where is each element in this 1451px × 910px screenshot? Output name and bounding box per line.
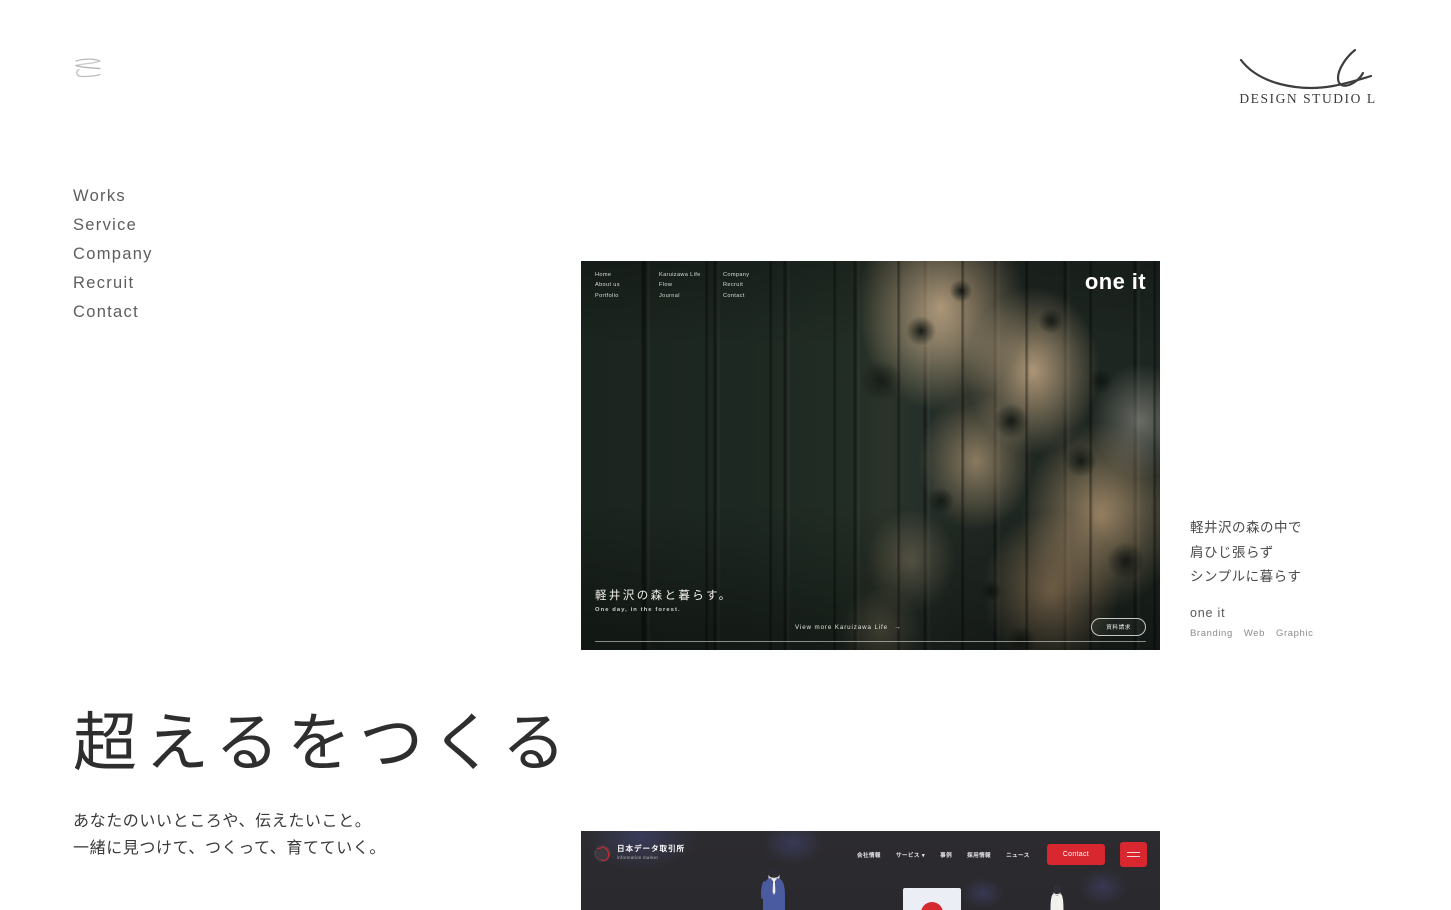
hero-bottom-bar: 軽井沢の森と暮らす。 One day, in the forest. View … [581, 587, 1160, 650]
hero-view-more-label: View more Karuizawa Life [795, 623, 889, 631]
work-two-nav: 会社情報 サービス ▾ 事例 採用情報 ニュース Contact [857, 842, 1147, 867]
hero-divider [595, 641, 1146, 642]
headline-section: 超えるをつくる あなたのいいところや、伝えたいこと。 一緒に見つけて、つくって、… [73, 706, 574, 862]
work-two-nav-company[interactable]: 会社情報 [857, 851, 881, 859]
work-tags: Branding Web Graphic [1190, 628, 1420, 639]
hero-nav-portfolio[interactable]: Portfolio [595, 291, 659, 301]
work-caption: 軽井沢の森の中で 肩ひじ張らず シンプルに暮らす one it Branding… [1190, 516, 1420, 639]
nav-item-recruit[interactable]: Recruit [73, 269, 333, 298]
nav-item-company[interactable]: Company [73, 240, 333, 269]
work-two-contact-button[interactable]: Contact [1046, 844, 1105, 865]
hero-nav-column-2: Karuizawa Life Flow Journal [659, 270, 723, 301]
burger-line-2 [1127, 856, 1140, 858]
hero-site-nav: Home About us Portfolio Karuizawa Life F… [595, 270, 787, 301]
work-two-nav-service[interactable]: サービス ▾ [896, 851, 925, 859]
illustration-woman [1050, 884, 1064, 910]
work-caption-line-2: 肩ひじ張らず [1190, 544, 1274, 560]
burger-line-1 [1127, 851, 1140, 853]
brand-name: DESIGN STUDIO L [1239, 91, 1377, 106]
work-client-name: one it [1190, 605, 1226, 620]
illustration-screen [903, 888, 961, 910]
work-two-brand-tagline: information market [617, 855, 658, 860]
work-caption-line-3: シンプルに暮らす [1190, 569, 1302, 585]
nav-item-works[interactable]: Works [73, 182, 333, 211]
work-two-nav-news[interactable]: ニュース [1006, 851, 1030, 859]
hero-nav-contact[interactable]: Contact [723, 291, 787, 301]
brand-logo[interactable]: DESIGN STUDIO L [1237, 46, 1379, 107]
hero-nav-karuizawa-life[interactable]: Karuizawa Life [659, 270, 723, 280]
hero-nav-about-us[interactable]: About us [595, 280, 659, 290]
site-header: DESIGN STUDIO L [0, 0, 1451, 140]
hero-nav-journal[interactable]: Journal [659, 291, 723, 301]
work-tag-branding: Branding [1190, 627, 1233, 639]
hero-brand-logo: one it [1084, 269, 1146, 294]
page-title: 超えるをつくる [73, 708, 574, 779]
arrow-right-icon: → [894, 623, 902, 631]
hero-nav-column-1: Home About us Portfolio [595, 270, 659, 301]
work-two-nav-cases[interactable]: 事例 [940, 851, 952, 859]
work-two-nav-recruit[interactable]: 採用情報 [967, 851, 991, 859]
headline-sub-line-1: あなたのいいところや、伝えたいこと。 [73, 813, 372, 830]
hero-nav-flow[interactable]: Flow [659, 280, 723, 290]
cursive-l-swoosh-icon [1237, 46, 1379, 90]
work-tag-graphic: Graphic [1276, 627, 1314, 639]
work-two-hamburger-icon[interactable] [1120, 842, 1147, 867]
hero-nav-recruit[interactable]: Recruit [723, 280, 787, 290]
hero-view-more-link[interactable]: View more Karuizawa Life → [795, 624, 902, 631]
hero-nav-home[interactable]: Home [595, 270, 659, 280]
headline-sub-line-2: 一緒に見つけて、つくって、育てていく。 [73, 840, 387, 857]
work-two-brand-title: 日本データ取引所 [617, 844, 685, 853]
hero-headline-en: One day, in the forest. [595, 607, 681, 613]
work-hero-image[interactable]: Home About us Portfolio Karuizawa Life F… [581, 261, 1160, 650]
jdex-logo-icon [594, 844, 611, 862]
hero-action-row: View more Karuizawa Life → 資料請求 [595, 618, 1146, 636]
nav-item-contact[interactable]: Contact [73, 298, 333, 327]
work-two-image[interactable]: 日本データ取引所 information market 会社情報 サービス ▾ … [581, 831, 1160, 910]
work-tag-web: Web [1243, 627, 1265, 639]
work-caption-line-1: 軽井沢の森の中で [1190, 520, 1302, 535]
hamburger-icon[interactable] [73, 56, 103, 80]
illustration-businessman [761, 866, 785, 910]
nav-item-service[interactable]: Service [73, 211, 333, 240]
hero-nav-company[interactable]: Company [723, 270, 787, 280]
work-two-logo: 日本データ取引所 information market [594, 844, 685, 862]
hero-headline-jp: 軽井沢の森と暮らす。 [595, 590, 733, 602]
work-two-logo-text: 日本データ取引所 information market [617, 844, 685, 862]
main-navigation: Works Service Company Recruit Contact [73, 182, 333, 327]
hero-request-button[interactable]: 資料請求 [1091, 618, 1146, 636]
headline-subtitle: あなたのいいところや、伝えたいこと。 一緒に見つけて、つくって、育てていく。 [73, 808, 543, 862]
hero-nav-column-3: Company Recruit Contact [723, 270, 787, 301]
